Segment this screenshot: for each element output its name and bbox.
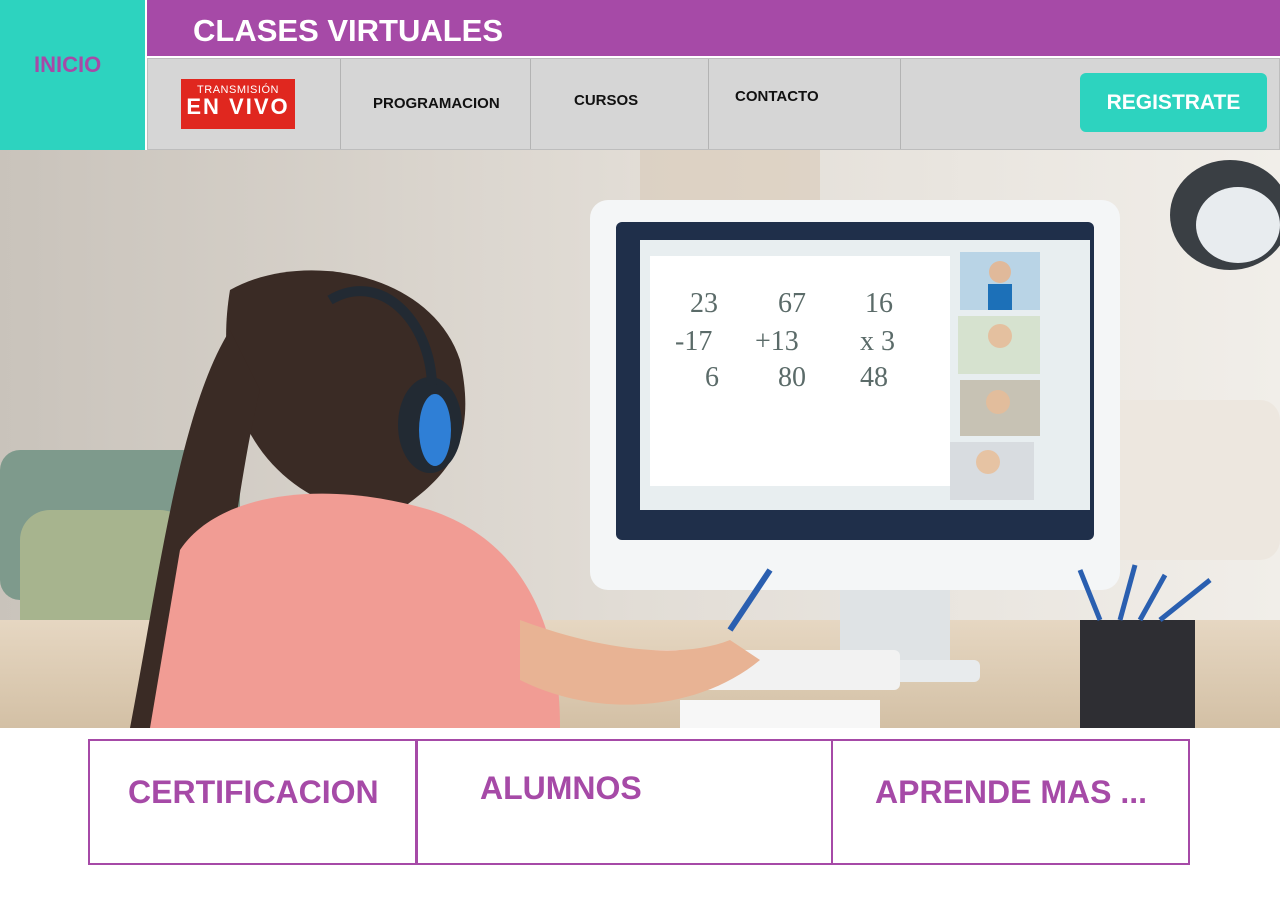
hero-image: 23 -17 6 67 +13 80 16 x 3 48 [0, 150, 1280, 728]
math-col3-mid: x 3 [860, 326, 895, 357]
online-class-illustration: 23 -17 6 67 +13 80 16 x 3 48 [0, 150, 1280, 728]
feature-box-certificacion[interactable]: CERTIFICACION [88, 739, 418, 865]
math-col3-result: 48 [860, 362, 888, 393]
nav-link-cursos[interactable]: CURSOS [574, 92, 638, 109]
nav-divider [340, 59, 341, 149]
site-title-bar: CLASES VIRTUALES [147, 0, 1280, 56]
math-col1-mid: -17 [675, 326, 712, 357]
nav-link-contacto[interactable]: CONTACTO [735, 88, 819, 105]
nav-divider [900, 59, 901, 149]
feature-label-aprende-mas: APRENDE MAS ... [875, 774, 1148, 810]
live-badge-bottom-text: EN VIVO [186, 94, 290, 119]
live-stream-badge[interactable]: TRANSMISIÓN EN VIVO [181, 79, 295, 129]
math-col2-result: 80 [778, 362, 806, 393]
nav-link-programacion[interactable]: PROGRAMACION [373, 95, 500, 112]
site-title: CLASES VIRTUALES [193, 13, 504, 48]
home-tile[interactable]: INICIO [0, 0, 145, 150]
math-col1-result: 6 [705, 362, 719, 393]
nav-divider [530, 59, 531, 149]
home-label: INICIO [34, 52, 102, 77]
math-col2-mid: +13 [755, 326, 799, 357]
feature-label-certificacion: CERTIFICACION [128, 774, 379, 810]
math-col3-top: 16 [865, 288, 893, 319]
math-col2-top: 67 [778, 288, 806, 319]
feature-box-aprende-mas[interactable]: APRENDE MAS ... [831, 739, 1190, 865]
nav-bar: TRANSMISIÓN EN VIVO PROGRAMACION CURSOS … [147, 58, 1280, 150]
feature-label-alumnos: ALUMNOS [480, 770, 642, 806]
register-button[interactable]: REGISTRATE [1080, 73, 1267, 132]
nav-divider [708, 59, 709, 149]
feature-box-alumnos[interactable]: ALUMNOS [415, 739, 833, 865]
math-col1-top: 23 [690, 288, 718, 319]
